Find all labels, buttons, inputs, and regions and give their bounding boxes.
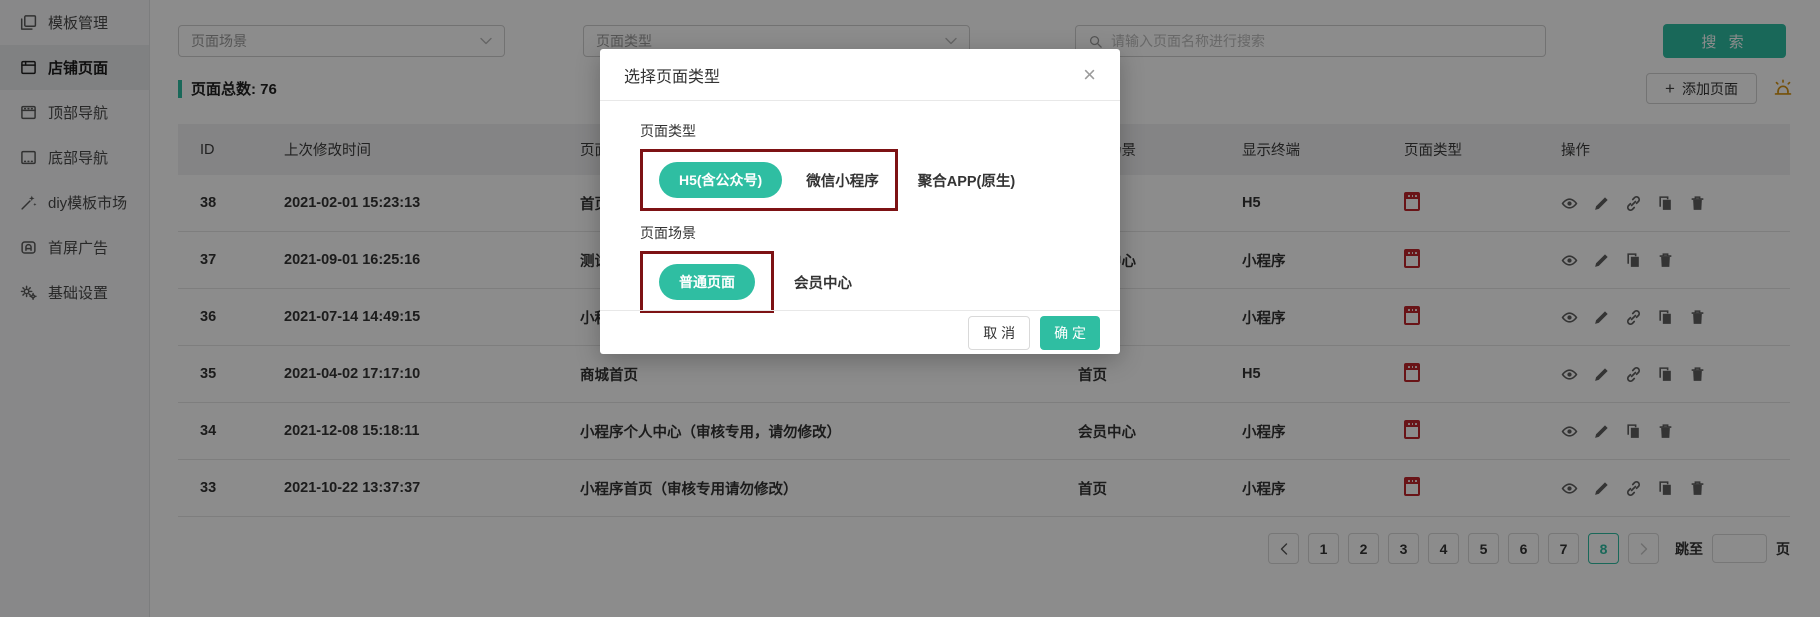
screen: 模板管理店铺页面顶部导航底部导航diy模板市场首屏广告基础设置 页面场景 页面类… [0, 0, 1820, 617]
annotation-box-page-scene: 普通页面 [640, 251, 774, 313]
modal-header: 选择页面类型 × [600, 49, 1120, 101]
option-2[interactable]: 聚合APP(原生) [918, 170, 1015, 191]
close-icon[interactable]: × [1083, 64, 1096, 86]
option-selected-0[interactable]: H5(含公众号) [659, 162, 782, 198]
option-1[interactable]: 微信小程序 [806, 170, 879, 191]
select-page-type-modal: 选择页面类型 × 页面类型 H5(含公众号) 微信小程序 聚合APP(原生) 页面场… [600, 49, 1120, 354]
option-1[interactable]: 会员中心 [794, 272, 852, 293]
page-scene-options: 普通页面 会员中心 [640, 251, 1120, 313]
page-type-options: H5(含公众号) 微信小程序 聚合APP(原生) [640, 149, 1120, 211]
page-scene-section-label: 页面场景 [640, 223, 1120, 243]
option-selected-0[interactable]: 普通页面 [659, 264, 755, 300]
modal-title: 选择页面类型 [624, 63, 720, 87]
page-type-section-label: 页面类型 [640, 121, 1120, 141]
cancel-button[interactable]: 取 消 [968, 316, 1030, 350]
modal-body: 页面类型 H5(含公众号) 微信小程序 聚合APP(原生) 页面场景 普通页面 会员中… [600, 101, 1120, 313]
confirm-button[interactable]: 确 定 [1040, 316, 1100, 350]
modal-footer: 取 消 确 定 [600, 310, 1120, 354]
annotation-box-page-type: H5(含公众号) 微信小程序 [640, 149, 898, 211]
